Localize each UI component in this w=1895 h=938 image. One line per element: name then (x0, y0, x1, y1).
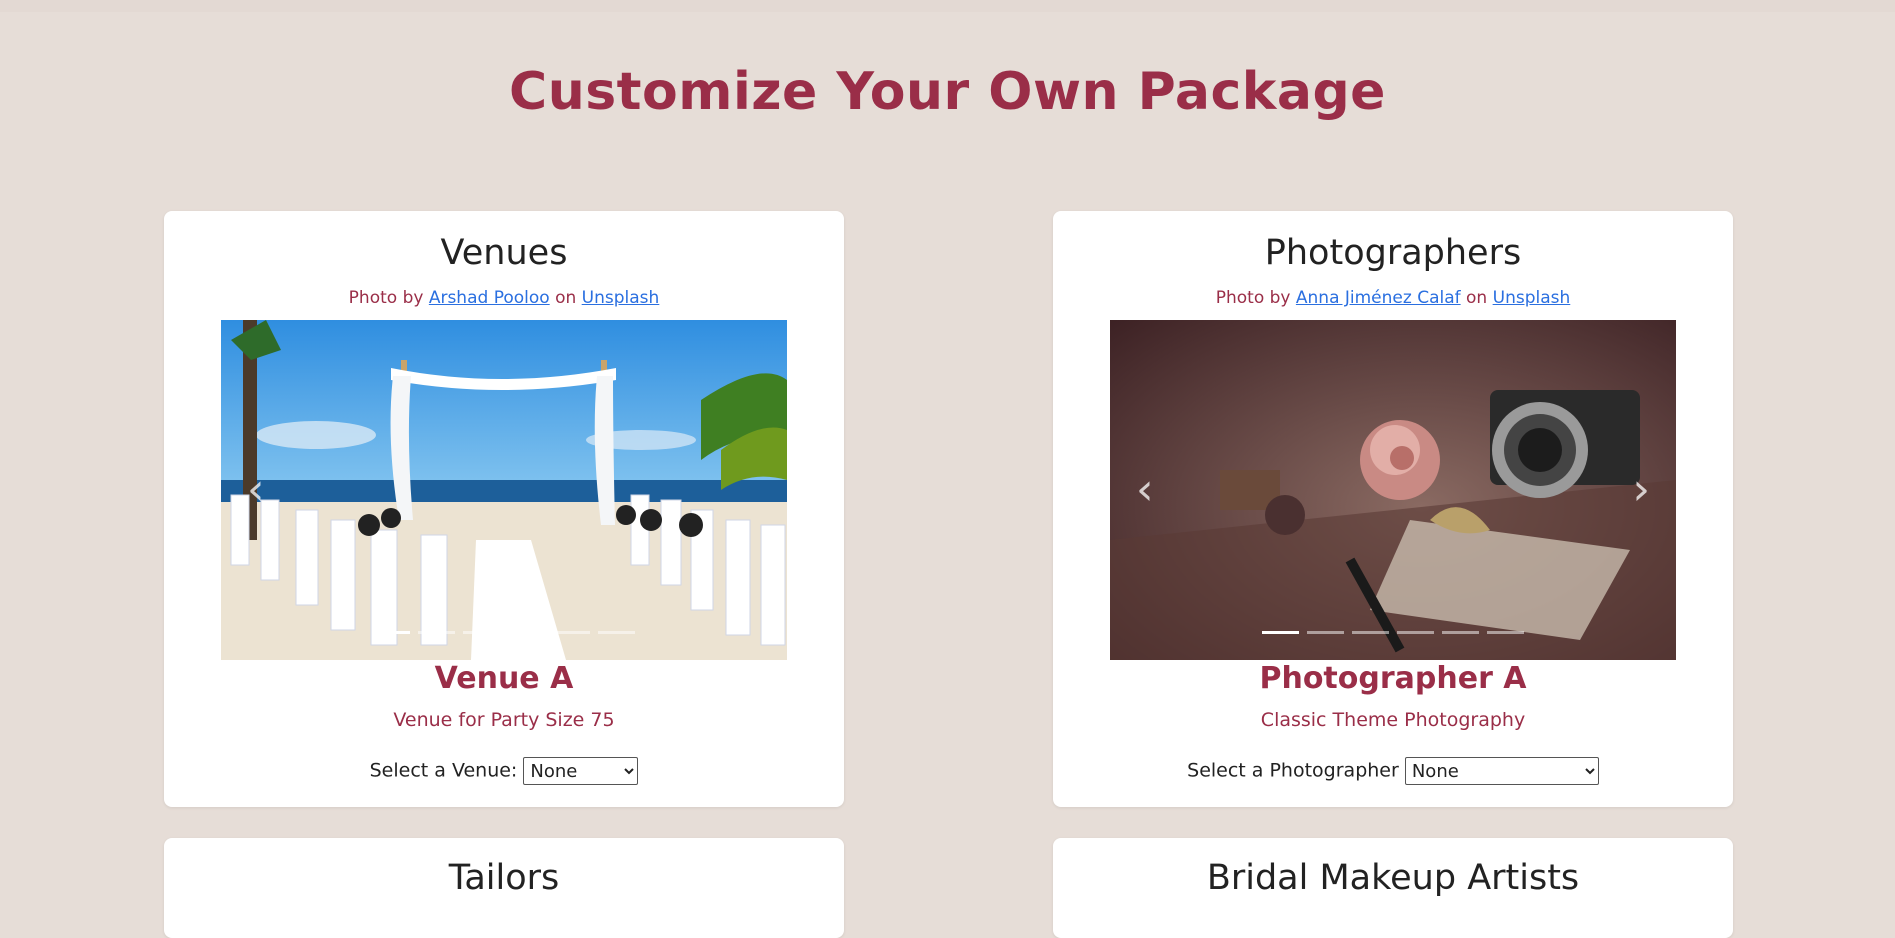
carousel-indicator[interactable] (598, 631, 635, 634)
venue-name: Venue A (434, 661, 574, 696)
photographers-title: Photographers (1264, 233, 1522, 273)
carousel-indicator[interactable] (1352, 631, 1389, 634)
venues-photo-credit: Photo by Arshad Pooloo on Unsplash (164, 288, 844, 308)
venue-description: Venue for Party Size 75 (393, 709, 615, 731)
chevron-left-icon[interactable]: ‹ (247, 468, 265, 512)
venue-select-row: Select a Venue: None (164, 757, 844, 785)
credit-site-link[interactable]: Unsplash (1493, 288, 1571, 308)
camera-rose-photo (1110, 320, 1676, 660)
carousel-indicator[interactable] (1487, 631, 1524, 634)
credit-author-link[interactable]: Anna Jiménez Calaf (1296, 288, 1461, 308)
carousel-indicator[interactable] (463, 631, 500, 634)
makeup-card: Bridal Makeup Artists (1053, 838, 1733, 938)
carousel-indicator[interactable] (1397, 631, 1434, 634)
photographers-card: Photographers Photo by Anna Jiménez Cala… (1053, 211, 1733, 807)
carousel-indicator[interactable] (1442, 631, 1479, 634)
tailors-title: Tailors (448, 858, 560, 898)
chevron-right-icon[interactable]: › (1632, 468, 1650, 512)
tailors-card: Tailors (164, 838, 844, 938)
carousel-indicator[interactable] (553, 631, 590, 634)
photographer-select-row: Select a Photographer None (1053, 757, 1733, 785)
photographers-carousel: ‹ › (1110, 320, 1676, 660)
credit-author-link[interactable]: Arshad Pooloo (429, 288, 550, 308)
venues-title: Venues (440, 233, 568, 273)
venues-carousel-indicators (221, 631, 787, 634)
credit-prefix: Photo by (1215, 288, 1291, 308)
carousel-indicator[interactable] (1262, 631, 1299, 634)
credit-mid: on (555, 288, 577, 308)
venues-card: Venues Photo by Arshad Pooloo on Unsplas… (164, 211, 844, 807)
chevron-left-icon[interactable]: ‹ (1136, 468, 1154, 512)
photographer-description: Classic Theme Photography (1260, 709, 1526, 731)
top-strip (0, 0, 1895, 12)
carousel-indicator[interactable] (1307, 631, 1344, 634)
makeup-title: Bridal Makeup Artists (1206, 858, 1580, 898)
page-title: Customize Your Own Package (509, 62, 1386, 122)
photographer-name: Photographer A (1259, 661, 1527, 696)
photographer-select[interactable]: None (1404, 757, 1599, 785)
venue-select[interactable]: None (523, 757, 639, 785)
carousel-indicator[interactable] (418, 631, 455, 634)
venues-carousel: ‹ (221, 320, 787, 660)
credit-mid: on (1466, 288, 1488, 308)
venue-beach-photo (221, 320, 787, 660)
credit-prefix: Photo by (348, 288, 424, 308)
credit-site-link[interactable]: Unsplash (582, 288, 660, 308)
photographers-photo-credit: Photo by Anna Jiménez Calaf on Unsplash (1053, 288, 1733, 308)
venue-select-label: Select a Venue: (369, 759, 518, 782)
photographer-select-label: Select a Photographer (1187, 759, 1399, 782)
carousel-indicator[interactable] (373, 631, 410, 634)
photographers-carousel-indicators (1110, 631, 1676, 634)
carousel-indicator[interactable] (508, 631, 545, 634)
